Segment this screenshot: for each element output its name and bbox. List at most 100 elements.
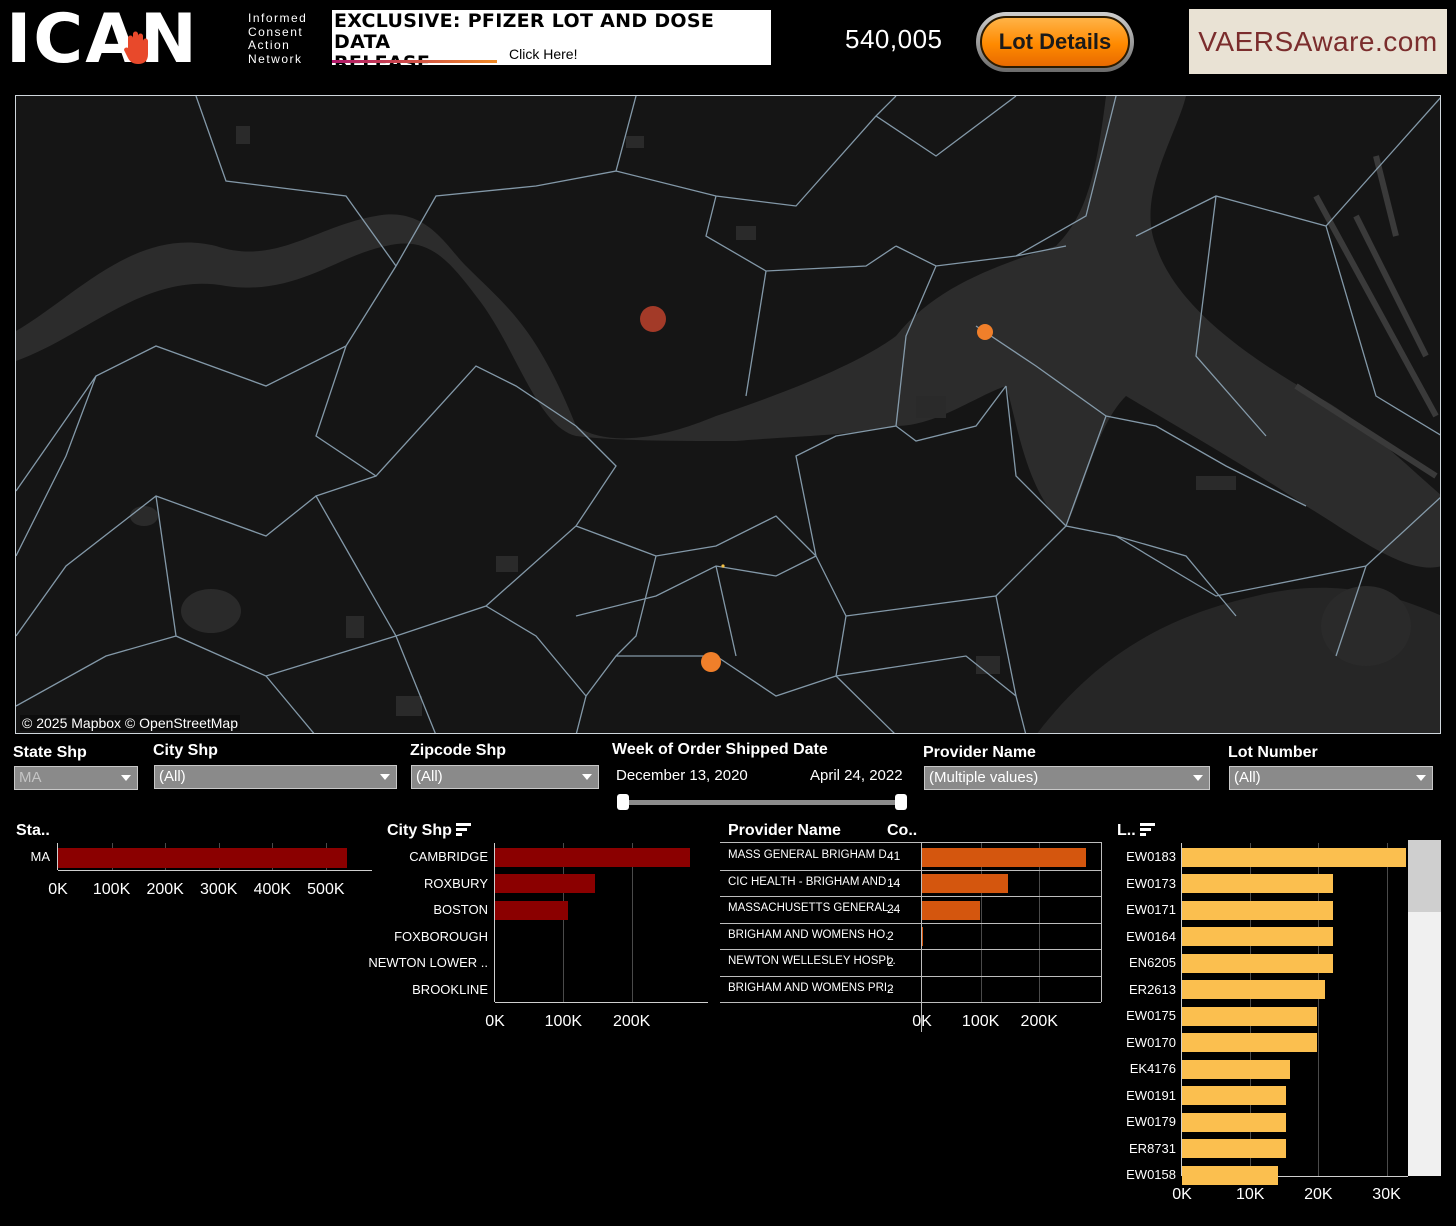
lot-bar[interactable] — [1182, 1033, 1317, 1053]
provider-name-cell[interactable]: BRIGHAM AND WOMENS PRI.. — [728, 982, 894, 994]
provider-count-cell: 2 — [887, 928, 894, 943]
lot-bar[interactable] — [1182, 1086, 1287, 1106]
vaers-aware-link[interactable]: VAERSAware.com — [1189, 9, 1447, 74]
lot-bar[interactable] — [1182, 980, 1325, 1000]
lot-bar[interactable] — [1182, 900, 1333, 920]
lot-category-label[interactable]: ER2613 — [1036, 982, 1176, 997]
lot-details-button[interactable]: Lot Details — [976, 12, 1134, 72]
provider-name-cell[interactable]: CIC HEALTH - BRIGHAM AND .. — [728, 876, 896, 888]
lot-category-label[interactable]: ER8731 — [1036, 1141, 1176, 1156]
lot-bar[interactable] — [1182, 927, 1333, 947]
provider-count-cell: 2 — [887, 981, 894, 996]
lot-category-label[interactable]: EW0175 — [1036, 1008, 1176, 1023]
city-category-label[interactable]: BROOKLINE — [348, 982, 488, 997]
lot-category-label[interactable]: EW0164 — [1036, 929, 1176, 944]
provider-count-cell: 41 — [887, 849, 901, 863]
state-x-axis — [58, 870, 372, 871]
lot-category-label[interactable]: EW0171 — [1036, 902, 1176, 917]
zipcode-filter-select[interactable]: (All) — [411, 765, 599, 789]
map-attribution[interactable]: © 2025 Mapbox © OpenStreetMap — [20, 715, 240, 731]
lot-category-label[interactable]: EW0170 — [1036, 1035, 1176, 1050]
banner-accent-bar — [332, 60, 497, 63]
city-axis-tick: 100K — [544, 1013, 583, 1030]
logo-text: ICAN — [6, 0, 199, 79]
lot-filter-select[interactable]: (All) — [1229, 766, 1433, 790]
city-category-label[interactable]: ROXBURY — [348, 876, 488, 891]
provider-count-cell: 24 — [887, 902, 901, 916]
total-count: 540,005 — [845, 24, 943, 54]
provider-table-top-border — [720, 842, 1101, 843]
city-filter-select[interactable]: (All) — [154, 765, 397, 789]
banner-title: EXCLUSIVE: PFIZER LOT AND DOSE DATA RELE… — [334, 10, 715, 74]
lot-axis-tick: 30K — [1372, 1186, 1401, 1203]
provider-name-cell[interactable]: BRIGHAM AND WOMENS HO.. — [728, 929, 892, 941]
banner-cta: Click Here! — [509, 46, 578, 62]
lot-axis-tick: 20K — [1304, 1186, 1333, 1203]
provider-name-cell[interactable]: NEWTON WELLESLEY HOSPI.. — [728, 955, 896, 967]
lot-category-label[interactable]: EW0179 — [1036, 1114, 1176, 1129]
map-marker-boston — [977, 324, 993, 340]
city-gridline — [631, 843, 633, 1002]
city-filter-label: City Shp — [153, 742, 218, 759]
chevron-down-icon — [380, 774, 390, 780]
state-bar[interactable] — [58, 847, 348, 868]
week-slider-end-handle[interactable] — [895, 794, 907, 810]
lot-category-label[interactable]: EW0183 — [1036, 849, 1176, 864]
chevron-down-icon — [121, 775, 131, 781]
lot-category-label[interactable]: EW0191 — [1036, 1088, 1176, 1103]
provider-count-header: Co.. — [887, 822, 918, 839]
state-filter-select[interactable]: MA — [14, 766, 138, 790]
provider-name-cell[interactable]: MASS GENERAL BRIGHAM D.. — [728, 849, 893, 861]
city-bar[interactable] — [495, 874, 596, 894]
city-gridline — [563, 843, 565, 1002]
provider-table-divider — [921, 842, 922, 1032]
city-category-label[interactable]: CAMBRIDGE — [348, 849, 488, 864]
week-end-date: April 24, 2022 — [810, 767, 903, 784]
city-bar[interactable] — [495, 900, 569, 920]
provider-axis-tick: 0K — [902, 1013, 942, 1031]
provider-name-cell[interactable]: MASSACHUSETTS GENERAL .. — [728, 902, 898, 914]
lot-bar[interactable] — [1182, 874, 1333, 894]
lot-chart-scroll-thumb[interactable] — [1408, 840, 1441, 912]
zipcode-filter-label: Zipcode Shp — [410, 742, 506, 759]
sort-icon[interactable] — [1139, 823, 1155, 836]
provider-filter-label: Provider Name — [923, 744, 1036, 761]
provider-chart-title: Provider Name — [728, 822, 841, 839]
city-x-axis — [495, 1002, 708, 1003]
city-chart-title: City Shp — [387, 822, 471, 840]
state-axis-tick: 0K — [48, 881, 68, 898]
city-category-label[interactable]: FOXBOROUGH — [348, 929, 488, 944]
week-filter-label: Week of Order Shipped Date — [612, 741, 828, 758]
lot-chart-title: L.. — [1117, 822, 1155, 840]
city-bar[interactable] — [495, 847, 690, 867]
chevron-down-icon — [1193, 775, 1203, 781]
state-category-label[interactable]: MA — [0, 849, 51, 864]
lot-bar[interactable] — [1182, 847, 1406, 867]
lot-category-label[interactable]: EN6205 — [1036, 955, 1176, 970]
provider-filter-select[interactable]: (Multiple values) — [924, 766, 1210, 790]
ican-logo[interactable]: ICAN Informed Consent Action Network — [6, 0, 326, 79]
lot-bar[interactable] — [1182, 1059, 1290, 1079]
week-range-slider[interactable] — [622, 800, 902, 805]
lot-bar[interactable] — [1182, 1165, 1279, 1185]
city-category-label[interactable]: BOSTON — [348, 902, 488, 917]
city-axis-tick: 200K — [612, 1013, 651, 1030]
state-filter-label: State Shp — [13, 744, 87, 761]
city-axis-tick: 0K — [485, 1013, 505, 1030]
lot-bar[interactable] — [1182, 953, 1333, 973]
zipcode-map[interactable]: © 2025 Mapbox © OpenStreetMap — [15, 95, 1441, 734]
sort-icon[interactable] — [455, 823, 471, 836]
week-slider-start-handle[interactable] — [617, 794, 629, 810]
city-category-label[interactable]: NEWTON LOWER .. — [348, 955, 488, 970]
provider-axis-tick: 100K — [961, 1013, 1000, 1030]
lot-category-label[interactable]: EK4176 — [1036, 1061, 1176, 1076]
lot-bar[interactable] — [1182, 1139, 1287, 1159]
state-axis-tick: 500K — [307, 881, 345, 898]
provider-table-right-border — [1101, 842, 1102, 1002]
lot-category-label[interactable]: EW0173 — [1036, 876, 1176, 891]
pfizer-data-banner[interactable]: EXCLUSIVE: PFIZER LOT AND DOSE DATA RELE… — [332, 10, 771, 74]
lot-bar[interactable] — [1182, 1112, 1287, 1132]
lot-category-label[interactable]: EW0158 — [1036, 1167, 1176, 1182]
lot-bar[interactable] — [1182, 1006, 1317, 1026]
chevron-down-icon — [1416, 775, 1426, 781]
